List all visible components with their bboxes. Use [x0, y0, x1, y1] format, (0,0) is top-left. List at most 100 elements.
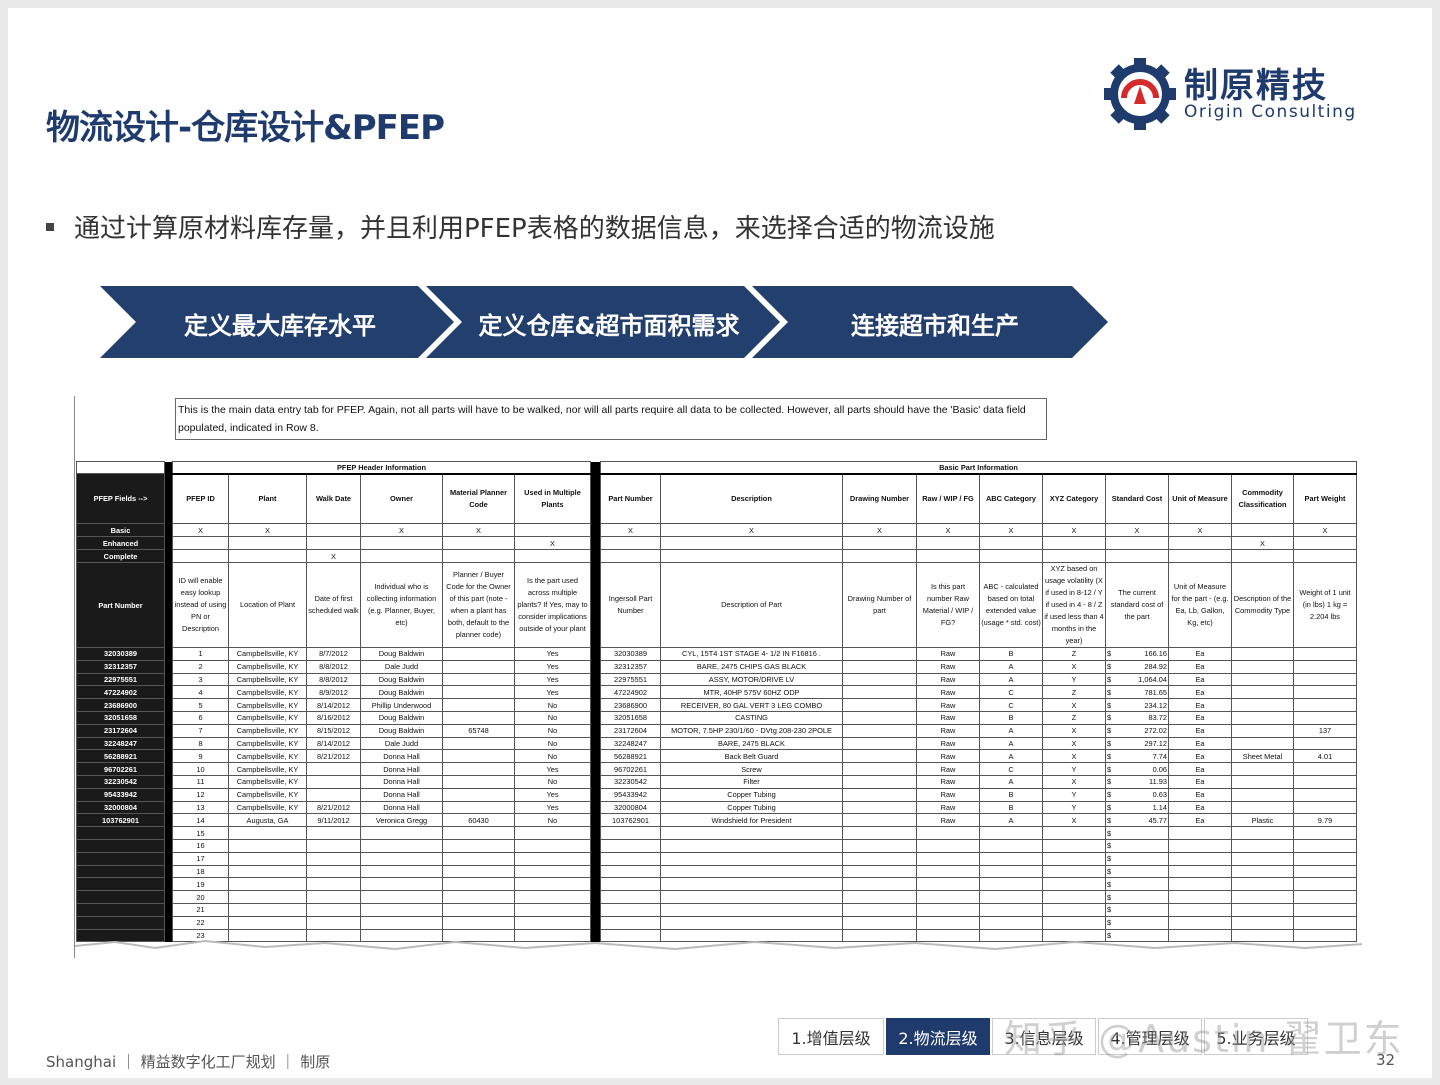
table-cell: [1042, 826, 1106, 840]
table-cell: [442, 762, 515, 776]
table-cell: Ea: [1168, 762, 1232, 776]
table-cell: [842, 647, 917, 661]
column-separator: [164, 852, 173, 866]
table-cell: 4: [172, 685, 229, 700]
table-cell: [979, 864, 1043, 879]
flow-step-2-label: 定义仓库&超市面积需求: [478, 312, 740, 340]
column-separator: [590, 660, 601, 674]
table-cell: Donna Hall: [360, 800, 443, 815]
cost-cell: $284.92: [1105, 659, 1169, 674]
table-cell: [1231, 736, 1294, 751]
level-mark: [1293, 549, 1357, 563]
currency-symbol: $: [1107, 879, 1112, 889]
table-cell: BARE, 2475 CHIPS GAS BLACK: [660, 659, 843, 674]
table-cell: 32051658: [600, 710, 661, 725]
table-cell: [228, 851, 307, 866]
table-cell: [1293, 774, 1357, 789]
tab-logistics[interactable]: 2.物流层级: [886, 1018, 990, 1055]
table-cell: Raw: [916, 659, 980, 674]
table-cell: [442, 774, 515, 789]
table-cell: Donna Hall: [360, 774, 443, 789]
field-description: Drawing Number of part: [842, 562, 917, 648]
table-cell: [228, 877, 307, 892]
table-cell: [1042, 838, 1106, 853]
table-row: 32051658 6 Campbellsville, KY 8/16/2012 Doug…: [76, 710, 1357, 725]
table-cell: 8/21/2012: [306, 800, 361, 815]
table-cell: [1293, 890, 1357, 904]
row-part-number: [76, 838, 165, 853]
column-header: Description: [660, 473, 843, 524]
table-cell: [842, 838, 917, 853]
table-cell: Y: [1042, 787, 1106, 802]
table-cell: [306, 915, 361, 930]
table-cell: Yes: [514, 762, 591, 776]
torn-edge-icon: [75, 939, 1362, 958]
field-description: Description of Part: [660, 562, 843, 648]
table-cell: [1293, 685, 1357, 700]
table-cell: [1293, 877, 1357, 892]
table-cell: [1231, 877, 1294, 892]
table-cell: [660, 826, 843, 840]
table-cell: Sheet Metal: [1231, 749, 1294, 764]
table-cell: [842, 915, 917, 930]
table-cell: Raw: [916, 672, 980, 687]
table-row: 32312357 2 Campbellsville, KY 8/8/2012 Dale …: [76, 659, 1357, 674]
level-mark: [1231, 549, 1294, 563]
column-separator: [590, 916, 601, 930]
table-cell: Yes: [514, 800, 591, 815]
table-cell: Y: [1042, 800, 1106, 815]
table-cell: [1231, 890, 1294, 904]
cost-value: 0.06: [1152, 764, 1167, 774]
row-part-number: [76, 826, 165, 840]
table-cell: C: [979, 685, 1043, 700]
level-mark: [600, 549, 661, 563]
cost-value: 234.12: [1144, 700, 1167, 710]
column-separator: [164, 685, 173, 699]
table-cell: [1231, 698, 1294, 712]
column-separator: [164, 801, 173, 814]
table-row: 23172604 7 Campbellsville, KY 8/15/2012 Doug…: [76, 723, 1357, 738]
table-cell: 18: [172, 864, 229, 879]
table-cell: Campbellsville, KY: [228, 698, 307, 712]
table-cell: [842, 723, 917, 738]
column-header: Plant: [228, 473, 307, 524]
table-row: 96702261 10 Campbellsville, KY Donna Hall Ye…: [76, 762, 1357, 776]
table-cell: Campbellsville, KY: [228, 723, 307, 738]
table-cell: [600, 851, 661, 866]
row-part-number: [76, 864, 165, 879]
field-description: Individual who is collecting information…: [360, 562, 443, 648]
table-cell: [1293, 736, 1357, 751]
tab-value-added[interactable]: 1.增值层级: [778, 1018, 884, 1055]
table-cell: 15: [172, 826, 229, 840]
table-cell: Veronica Gregg: [360, 813, 443, 828]
table-cell: Yes: [514, 647, 591, 661]
table-cell: [442, 749, 515, 764]
logo-english-text: Origin Consulting: [1184, 102, 1357, 122]
cost-value: 781.65: [1144, 687, 1167, 697]
currency-symbol: $: [1107, 918, 1112, 928]
table-cell: [442, 672, 515, 687]
group-right-label: Basic Part Information: [600, 461, 1357, 475]
row-part-number: 23172604: [76, 723, 165, 738]
level-mark: X: [1105, 523, 1169, 537]
currency-symbol: $: [1107, 905, 1112, 915]
cost-value: 11.93: [1149, 777, 1167, 787]
table-cell: Campbellsville, KY: [228, 710, 307, 725]
empty-row: 15 $: [76, 826, 1357, 840]
level-mark: X: [1042, 523, 1106, 537]
level-mark: [514, 523, 591, 537]
currency-symbol: $: [1107, 841, 1112, 851]
table-cell: 32312357: [600, 659, 661, 674]
field-description: Is this part number Raw Material / WIP /…: [916, 562, 980, 648]
table-cell: Raw: [916, 774, 980, 789]
row-part-number: 32248247: [76, 736, 165, 751]
page-title: 物流设计-仓库设计&PFEP: [46, 108, 445, 148]
table-cell: Filter: [660, 774, 843, 789]
table-cell: [916, 902, 980, 917]
level-mark: [442, 536, 515, 550]
empty-row: 21 $: [76, 902, 1357, 917]
field-description: Description of the Commodity Type: [1231, 562, 1294, 648]
table-cell: [514, 902, 591, 917]
table-cell: [1168, 864, 1232, 879]
table-cell: A: [979, 749, 1043, 764]
